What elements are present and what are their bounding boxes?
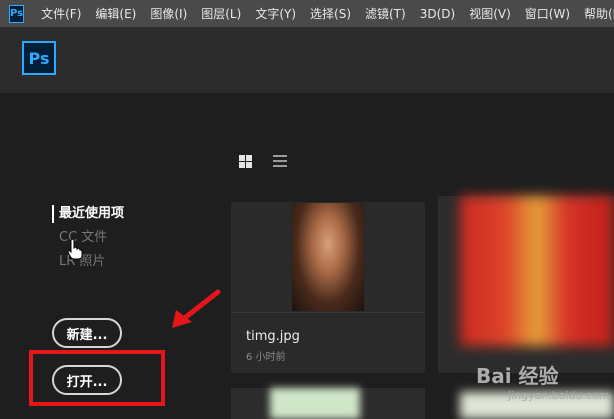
menu-bar: Ps 文件(F) 编辑(E) 图像(I) 图层(L) 文字(Y) 选择(S) 滤… xyxy=(0,0,614,27)
file-thumbnail xyxy=(292,203,364,311)
sidebar-item-cc-files[interactable]: CC 文件 xyxy=(52,229,124,253)
sidebar-item-recent[interactable]: 最近使用项 xyxy=(52,205,124,229)
app-header: Ps xyxy=(0,27,614,93)
file-time: 6 小时前 xyxy=(246,352,286,363)
menu-filter[interactable]: 滤镜(T) xyxy=(365,5,406,22)
new-button[interactable]: 新建... xyxy=(52,318,122,348)
menu-edit[interactable]: 编辑(E) xyxy=(95,5,136,22)
photoshop-logo-icon: Ps xyxy=(22,41,56,75)
file-name: timg.jpg xyxy=(246,329,300,344)
menu-file[interactable]: 文件(F) xyxy=(41,5,81,22)
hand-cursor-icon xyxy=(67,238,83,260)
sidebar-item-lr-photos[interactable]: LR 照片 xyxy=(52,253,124,277)
start-sidebar: 最近使用项 CC 文件 LR 照片 xyxy=(52,205,124,277)
highlight-box xyxy=(29,350,165,406)
menu-type[interactable]: 文字(Y) xyxy=(255,5,296,22)
grid-view-icon[interactable] xyxy=(239,155,252,168)
card-divider xyxy=(231,312,425,313)
watermark-brand: Bai 经验 xyxy=(476,364,559,388)
menu-3d[interactable]: 3D(D) xyxy=(420,7,455,21)
menu-layer[interactable]: 图层(L) xyxy=(201,5,241,22)
recent-file-card[interactable]: timg.jpg 6 小时前 xyxy=(231,202,425,373)
menu-select[interactable]: 选择(S) xyxy=(310,5,351,22)
list-view-icon[interactable] xyxy=(273,155,287,168)
blurred-thumbnail xyxy=(270,388,360,419)
blurred-thumbnail xyxy=(460,196,614,346)
menu-image[interactable]: 图像(I) xyxy=(150,5,187,22)
menu-window[interactable]: 窗口(W) xyxy=(525,5,570,22)
menu-help[interactable]: 帮助(H) xyxy=(584,5,614,22)
red-arrow-icon xyxy=(172,289,221,328)
menu-view[interactable]: 视图(V) xyxy=(469,5,511,22)
watermark-url: jingyan.baidu.com xyxy=(508,389,610,402)
app-logo-icon: Ps xyxy=(9,4,25,23)
